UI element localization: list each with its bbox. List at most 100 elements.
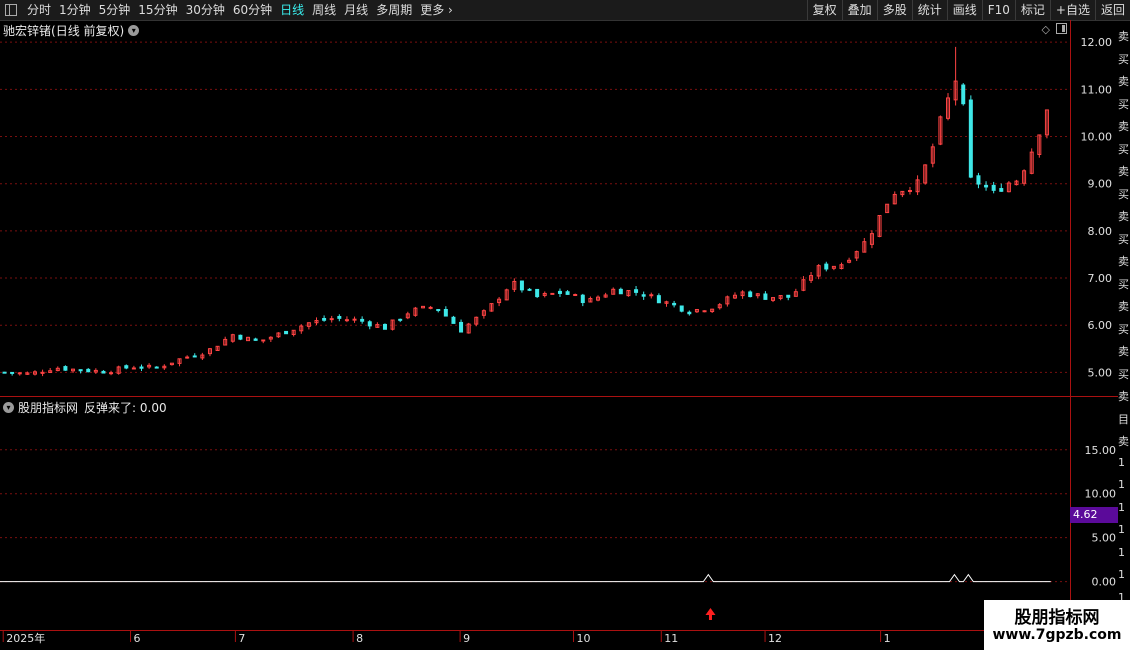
indicator-value: 反弹来了: 0.00	[84, 401, 167, 415]
diamond-icon[interactable]: ◇	[1042, 23, 1050, 36]
candle-body	[748, 291, 753, 298]
candle-body	[253, 338, 258, 341]
chart-mode: (日线 前复权)	[51, 24, 125, 38]
candle-body	[360, 318, 365, 322]
candle-body	[398, 318, 403, 321]
signal-glyph: 1	[1118, 478, 1125, 491]
signal-glyph: 买	[1118, 232, 1129, 246]
time-tick-label: 9	[463, 632, 470, 645]
signal-glyph: 1	[1118, 455, 1125, 469]
signal-glyph: 买	[1118, 367, 1129, 381]
signal-glyph: 卖	[1118, 120, 1129, 133]
signal-glyph: 1	[1118, 523, 1125, 536]
candle-body	[968, 99, 973, 178]
signal-glyph: 卖	[1118, 165, 1129, 178]
candle-body	[649, 294, 654, 297]
candle-body	[284, 330, 289, 335]
time-tick-label: 11	[664, 632, 678, 645]
watermark-title: 股朋指标网	[1014, 608, 1100, 628]
candle-body	[687, 311, 692, 315]
candle-body	[109, 372, 114, 375]
candle-body	[329, 318, 334, 321]
signal-glyph: 卖	[1118, 75, 1129, 88]
candle-body	[154, 366, 159, 369]
signal-line	[0, 573, 1051, 583]
candle-body	[86, 368, 91, 373]
candle-body	[101, 370, 106, 374]
candle-body	[976, 175, 981, 185]
price-tick-label: 10.00	[1081, 131, 1113, 144]
candle-body	[2, 371, 7, 374]
candle-body	[337, 316, 342, 319]
candle-body	[436, 309, 441, 312]
signal-glyph: 1	[1118, 545, 1125, 559]
signal-glyph: 目	[1118, 412, 1129, 426]
candle-body	[261, 339, 266, 342]
signal-glyph: 卖	[1118, 30, 1129, 43]
watermark: 股朋指标网 www.7gpzb.com	[984, 600, 1130, 650]
candle-body	[618, 288, 623, 295]
signal-glyph: 卖	[1118, 210, 1129, 223]
indicator-title: ▾ 股朋指标网 反弹来了: 0.00	[3, 399, 167, 416]
candle-body	[367, 321, 372, 327]
buy-arrow-icon	[705, 608, 716, 620]
candle-body	[78, 369, 83, 372]
candle-body	[634, 289, 639, 293]
candle-body	[557, 290, 562, 294]
price-tick-label: 11.00	[1081, 83, 1113, 96]
panel-toggle-icon[interactable]	[1056, 23, 1067, 34]
candle-body	[428, 306, 433, 309]
candle-body	[459, 321, 464, 333]
signal-glyph: 卖	[1118, 390, 1129, 403]
time-tick-label: 1	[884, 632, 891, 645]
indicator-tick-label: 5.00	[1092, 532, 1117, 545]
signal-glyph: 1	[1118, 500, 1125, 514]
time-tick-label: 12	[768, 632, 782, 645]
candle-body	[527, 288, 532, 291]
candle-body	[131, 367, 136, 370]
trade-signal-column: 卖买卖买卖买卖买卖买卖买卖买卖买卖目卖1111111	[1118, 20, 1130, 650]
watermark-url: www.7gpzb.com	[992, 627, 1122, 643]
candle-body	[535, 288, 540, 298]
indicator-name: 股朋指标网	[18, 401, 79, 415]
candle-body	[344, 319, 349, 322]
stock-title: 驰宏锌锗 (日线 前复权) ▾	[3, 22, 140, 39]
price-tick-label: 5.00	[1088, 366, 1113, 379]
candle-body	[192, 355, 197, 358]
candle-body	[672, 302, 677, 306]
candle-body	[824, 263, 829, 270]
candle-body	[352, 318, 357, 321]
price-tick-label: 7.00	[1088, 272, 1113, 285]
chart-corner-tools: ◇	[1042, 23, 1067, 36]
candle-body	[139, 366, 144, 369]
price-tick-label: 9.00	[1088, 178, 1113, 191]
price-tick-label: 6.00	[1088, 319, 1113, 332]
candle-body	[124, 365, 129, 369]
candle-body	[907, 189, 912, 192]
candle-body	[999, 188, 1004, 192]
candle-body	[786, 294, 791, 298]
price-tick-label: 8.00	[1088, 225, 1113, 238]
candle-body	[984, 184, 989, 188]
time-tick-label: 8	[356, 632, 363, 645]
time-tick-label: 2025年	[6, 631, 45, 645]
candle-body	[580, 294, 585, 304]
indicator-menu-icon[interactable]: ▾	[3, 402, 14, 413]
candle-body	[185, 356, 190, 359]
candle-body	[382, 323, 387, 330]
indicator-value-badge: 4.62	[1070, 507, 1118, 523]
chevron-down-icon[interactable]: ▾	[128, 25, 140, 36]
candle-body	[679, 305, 684, 312]
indicator-tick-label: 15.00	[1085, 444, 1117, 457]
candle-body	[238, 334, 243, 340]
candle-body	[519, 280, 524, 291]
candle-body	[63, 366, 68, 371]
signal-glyph: 买	[1118, 142, 1129, 156]
signal-glyph: 卖	[1118, 435, 1129, 448]
candle-body	[565, 291, 570, 295]
time-tick-label: 6	[134, 632, 141, 645]
candle-body	[550, 292, 555, 295]
signal-glyph: 1	[1118, 568, 1125, 581]
signal-glyph: 买	[1118, 322, 1129, 336]
kline-chart-area[interactable]: 12.0011.0010.009.008.007.006.005.0015.00…	[0, 0, 1130, 650]
